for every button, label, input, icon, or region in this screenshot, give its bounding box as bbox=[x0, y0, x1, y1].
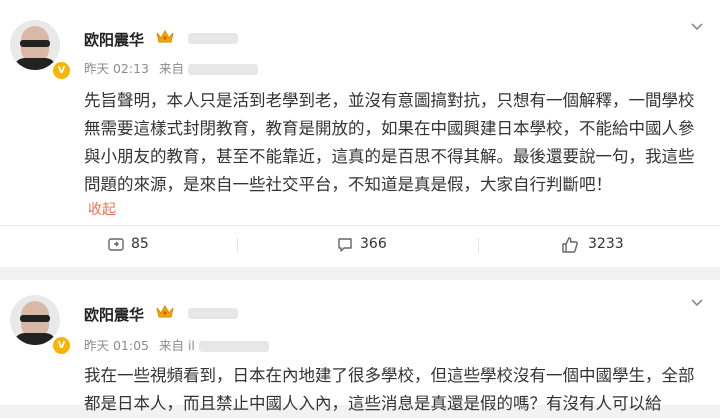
crown-icon bbox=[156, 29, 174, 48]
blurred-badge bbox=[188, 308, 238, 319]
like-count: 3233 bbox=[588, 236, 624, 252]
blurred-source bbox=[198, 341, 269, 352]
repost-icon bbox=[108, 238, 124, 251]
username[interactable]: 欧阳震华 bbox=[84, 29, 144, 50]
action-separator bbox=[237, 238, 238, 253]
post-source-label: 来自 il bbox=[158, 338, 195, 353]
verified-badge-icon: V bbox=[51, 335, 72, 356]
divider bbox=[0, 225, 720, 226]
avatar[interactable] bbox=[10, 20, 60, 70]
comment-count: 366 bbox=[360, 236, 387, 252]
post-meta: 昨天 02:13 来自 bbox=[84, 58, 258, 77]
verified-badge-icon: V bbox=[51, 60, 72, 81]
action-separator bbox=[478, 238, 479, 253]
thumbs-up-icon bbox=[562, 237, 578, 253]
weibo-post: V 欧阳震华 昨天 01:05 来自 il 我在一些視頻看到，日本在內地建了很多… bbox=[0, 280, 720, 413]
chevron-down-icon[interactable] bbox=[690, 294, 704, 312]
crown-icon bbox=[156, 304, 174, 323]
post-meta: 昨天 01:05 来自 il bbox=[84, 335, 269, 354]
post-time[interactable]: 昨天 01:05 bbox=[84, 338, 149, 353]
post-time[interactable]: 昨天 02:13 bbox=[84, 61, 149, 76]
post-content: 我在一些視頻看到，日本在內地建了很多學校，但這些學校沒有一個中國學生，全部都是日… bbox=[84, 366, 695, 413]
username[interactable]: 欧阳震华 bbox=[84, 304, 144, 325]
blurred-badge bbox=[188, 33, 238, 44]
weibo-post: V 欧阳震华 昨天 02:13 来自 先旨聲明，本人只是活到老學到老，並沒有意圖… bbox=[0, 0, 720, 267]
collapse-link[interactable]: 收起 bbox=[88, 199, 116, 219]
post-source-label: 来自 bbox=[158, 61, 184, 76]
avatar[interactable] bbox=[10, 295, 60, 345]
repost-count: 85 bbox=[131, 236, 149, 252]
post-content: 先旨聲明，本人只是活到老學到老，並沒有意圖搞對抗，只想有一個解釋，一間學校無需要… bbox=[84, 91, 695, 194]
chevron-down-icon[interactable] bbox=[690, 18, 704, 36]
comment-icon bbox=[338, 238, 352, 252]
blurred-source bbox=[188, 64, 258, 75]
